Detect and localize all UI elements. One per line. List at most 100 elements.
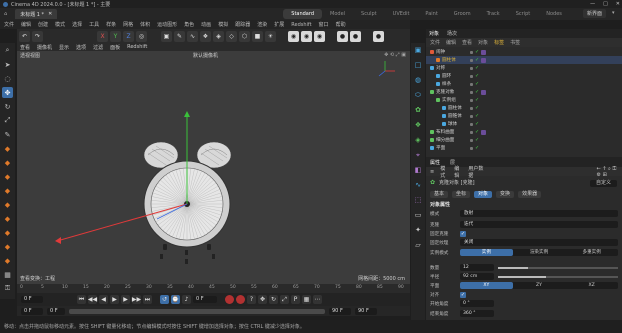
object-tree-row[interactable]: 平面 ✓ <box>426 144 622 152</box>
layout-tab-paint[interactable]: Paint <box>417 8 445 20</box>
visibility-dot[interactable] <box>470 90 473 94</box>
pla-key-icon[interactable]: ▦ <box>302 295 311 304</box>
subtab-basic[interactable]: 基本 <box>430 191 449 198</box>
deformer-icon[interactable]: ◈ <box>213 30 224 42</box>
brush-icon[interactable]: ✎ <box>2 129 13 140</box>
snap-icon[interactable]: ◆ <box>2 227 13 238</box>
frame-field[interactable]: 0 F <box>193 296 217 303</box>
cloner-object-icon[interactable]: ✿ <box>413 105 423 115</box>
material-tag-icon[interactable] <box>481 57 487 63</box>
render-region-icon[interactable]: ◉ <box>288 30 299 42</box>
viewport[interactable]: 透视视图 默认摄像机 ✥ ⟲ ⤢ ▣ 查看变换：工程 网格间距：5000 cm <box>17 51 410 284</box>
current-frame-field[interactable]: 0 F <box>21 296 43 303</box>
object-tree-row[interactable]: 闹钟 ✓ <box>426 48 622 56</box>
loop-icon[interactable]: ↺ <box>160 295 169 304</box>
coordinate-system-icon[interactable]: ◎ <box>136 30 147 42</box>
fracture-object-icon[interactable]: ❖ <box>413 120 423 130</box>
tag-icon[interactable]: ⌖ <box>413 150 423 160</box>
layout-tab-model[interactable]: Model <box>322 8 353 20</box>
plane-xz-option[interactable]: XZ <box>565 282 618 289</box>
document-tab[interactable]: 未标题 1 * ✕ <box>15 9 58 19</box>
om-menu-object[interactable]: 对象 <box>478 39 488 46</box>
menu-tracker[interactable]: 跟踪器 <box>235 21 250 28</box>
select-icon[interactable]: ➤ <box>2 59 13 70</box>
max-frame-field[interactable]: 90 F <box>355 307 377 315</box>
menu-render[interactable]: 渲染 <box>257 21 267 28</box>
subtab-coordinates[interactable]: 坐标 <box>452 191 471 198</box>
object-tree-row[interactable]: 实例组 ✓ <box>426 96 622 104</box>
polygon-pen-icon[interactable]: ✎ <box>174 30 185 42</box>
null-object-icon[interactable]: ⬚ <box>413 195 423 205</box>
cylinder-object-icon[interactable]: ⬭ <box>413 90 423 100</box>
fixed-clone-checkbox[interactable]: ✓ <box>460 230 466 237</box>
light-icon[interactable]: ☀ <box>265 30 276 42</box>
enabled-check-icon[interactable]: ✓ <box>475 113 479 119</box>
field-icon[interactable]: ◇ <box>226 30 237 42</box>
visibility-dot[interactable] <box>470 146 473 150</box>
count-slider[interactable] <box>498 266 618 269</box>
layout-tab-script[interactable]: Script <box>508 8 539 20</box>
enabled-check-icon[interactable]: ✓ <box>475 129 479 135</box>
minimize-button[interactable]: — <box>590 1 595 7</box>
viewport-menu-redshift[interactable]: Redshift <box>127 44 147 50</box>
menu-window[interactable]: 窗口 <box>319 21 329 28</box>
search-icon[interactable]: ⌕ <box>2 45 13 56</box>
menu-spline[interactable]: 样条 <box>106 21 116 28</box>
locked-icon[interactable]: ⚿ <box>2 283 13 294</box>
layout-tab-sculpt[interactable]: Sculpt <box>353 8 385 20</box>
am-nav-icons[interactable]: ← ↑ ⌕ ⚿ ⚙ ⊞ <box>597 166 622 178</box>
render-instance-option[interactable]: 渲染实例 <box>513 249 566 256</box>
viewport-menu-cameras[interactable]: 摄像机 <box>37 44 52 51</box>
visibility-dot[interactable] <box>470 66 473 70</box>
enabled-check-icon[interactable]: ✓ <box>475 65 479 71</box>
light-object-icon[interactable]: ✦ <box>413 225 423 235</box>
rotation-key-icon[interactable]: ↻ <box>269 295 278 304</box>
enabled-check-icon[interactable]: ✓ <box>475 49 479 55</box>
object-tree-row[interactable]: 细分曲面 ✓ <box>426 136 622 144</box>
object-tree-row[interactable]: 圆柱体 ✓ <box>426 104 622 112</box>
end-angle-field[interactable]: 360 ° <box>460 310 494 317</box>
material-tag-icon[interactable] <box>481 129 487 135</box>
live-select-icon[interactable]: ◌ <box>2 73 13 84</box>
layout-tab-track[interactable]: Track <box>479 8 508 20</box>
enabled-check-icon[interactable]: ✓ <box>475 89 479 95</box>
next-key-icon[interactable]: ▶▶ <box>132 295 141 304</box>
maximize-button[interactable]: □ <box>603 1 608 7</box>
enabled-check-icon[interactable]: ✓ <box>475 81 479 87</box>
sound-icon[interactable]: ♪ <box>182 295 191 304</box>
om-menu-view[interactable]: 查看 <box>462 39 472 46</box>
subtab-object[interactable]: 对象 <box>474 191 493 198</box>
new-layout-button[interactable]: 新界面 <box>582 9 606 18</box>
redo-icon[interactable]: ↷ <box>32 30 43 42</box>
param-key-icon[interactable]: P <box>291 295 300 304</box>
layout-tab-nodes[interactable]: Nodes <box>538 8 570 20</box>
autokey-icon[interactable] <box>236 295 245 304</box>
visibility-dot[interactable] <box>470 58 473 62</box>
camera-icon[interactable]: ■ <box>252 30 263 42</box>
axis-x-icon[interactable]: X <box>97 30 108 42</box>
edges-mode-icon[interactable]: ◆ <box>2 171 13 182</box>
start-angle-field[interactable]: 0 ° <box>460 300 494 307</box>
deformer-object-icon[interactable]: ◧ <box>413 165 423 175</box>
play-icon[interactable]: ▶ <box>110 295 119 304</box>
visibility-dot[interactable] <box>470 50 473 54</box>
square-object-icon[interactable]: □ <box>413 60 423 70</box>
visibility-dot[interactable] <box>470 122 473 126</box>
menu-tools[interactable]: 工具 <box>89 21 99 28</box>
object-tree-row[interactable]: 克隆对象 ✓ <box>426 88 622 96</box>
object-tree-row[interactable]: 圆柱体 ✓ <box>426 56 622 64</box>
object-tree-row[interactable]: 布料曲面 ✓ <box>426 128 622 136</box>
menu-animate[interactable]: 动画 <box>201 21 211 28</box>
clones-dropdown[interactable]: 迭代 <box>460 221 618 228</box>
menu-hamburger-icon[interactable]: ≡ <box>430 169 434 175</box>
enabled-check-icon[interactable]: ✓ <box>475 121 479 127</box>
tab-takes[interactable]: 场次 <box>447 30 457 37</box>
viewport-menu-filter[interactable]: 过滤 <box>93 44 103 51</box>
uv-mode-icon[interactable]: ◆ <box>2 199 13 210</box>
object-tree-row[interactable]: 球体 ✓ <box>426 120 622 128</box>
viewport-menu-options[interactable]: 选项 <box>76 44 86 51</box>
object-tree-row[interactable]: 样条 ✓ <box>426 80 622 88</box>
field-object-icon[interactable]: ◈ <box>413 135 423 145</box>
scale-key-icon[interactable]: ⤢ <box>280 295 289 304</box>
menu-select[interactable]: 选择 <box>72 21 82 28</box>
